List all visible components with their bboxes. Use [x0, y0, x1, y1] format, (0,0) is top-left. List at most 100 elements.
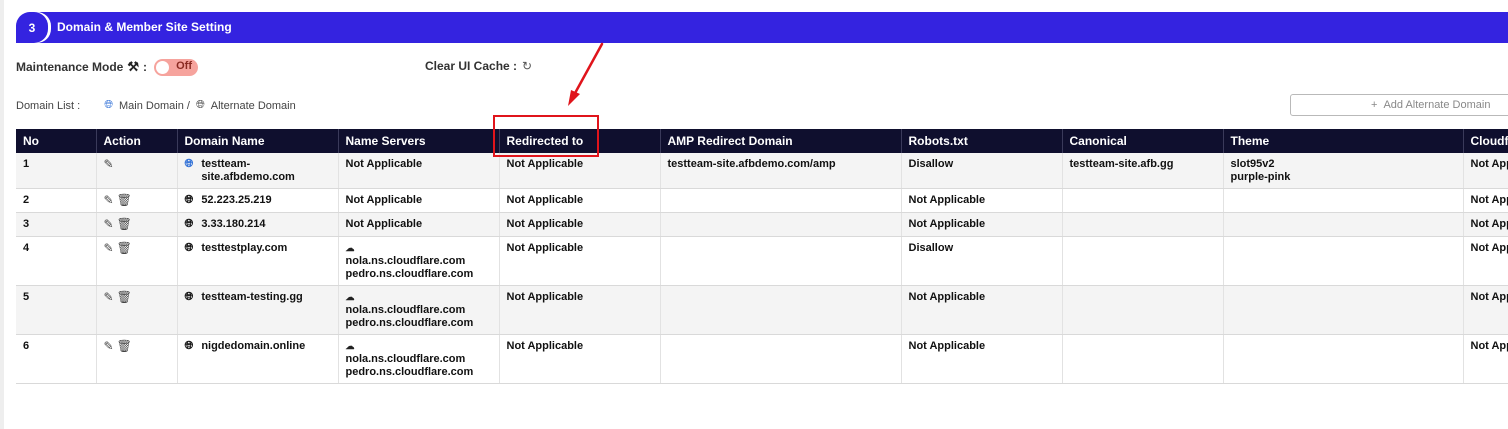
- cloudflare-text: Not Applicable: [1470, 218, 1508, 230]
- cell-name-servers: ☁ nola.ns.cloudflare.com pedro.ns.cloudfla…: [338, 334, 500, 384]
- cell-no: 1: [16, 153, 97, 189]
- alternate-domain-globe-icon: 🌐︎: [195, 99, 205, 111]
- cell-no: 6: [16, 334, 97, 384]
- cloudflare-text: Not Applicable: [1470, 291, 1508, 303]
- page: 3 Domain & Member Site Setting Maintenan…: [0, 0, 1508, 429]
- cell-canonical: [1062, 334, 1224, 384]
- cell-theme: slot95v2 purple-pink: [1223, 153, 1464, 189]
- table-row: 2 ✎ 🗑︎ 🌐︎ 52.223.25.219 Not Applicable Not App…: [16, 188, 1508, 213]
- add-alternate-domain-button[interactable]: + Add Alternate Domain: [1290, 94, 1508, 116]
- cell-domain-name: 🌐︎ 52.223.25.219: [177, 188, 339, 213]
- table-header-row: No Action Domain Name Name Servers Redir…: [16, 129, 1508, 153]
- cell-action: ✎ 🗑︎: [96, 188, 178, 213]
- edit-icon[interactable]: ✎: [104, 291, 114, 304]
- amp-redirect-text: testteam-site.afbdemo.com/amp: [667, 158, 836, 170]
- edit-icon[interactable]: ✎: [104, 194, 114, 207]
- redirected-to-text: Not Applicable: [506, 242, 584, 254]
- column-header-theme: Theme: [1223, 129, 1464, 153]
- cell-no: 3: [16, 212, 97, 237]
- row-number: 6: [23, 340, 30, 352]
- domain-name-text: nigdedomain.online: [201, 340, 306, 352]
- table-row: 6 ✎ 🗑︎ 🌐︎ nigdedomain.online ☁ nola.ns.cloudfl…: [16, 334, 1508, 384]
- alternate-domain-globe-icon: 🌐︎: [184, 340, 194, 352]
- cell-redirected-to: Not Applicable: [499, 334, 661, 384]
- table-row: 1 ✎ 🌐︎ testteam-site.afbdemo.com Not Applica…: [16, 153, 1508, 189]
- cell-canonical: [1062, 212, 1224, 237]
- cloudflare-text: Not Applicable: [1470, 340, 1508, 352]
- alternate-domain-globe-icon: 🌐︎: [184, 194, 194, 206]
- cell-domain-name: 🌐︎ testtestplay.com: [177, 236, 339, 286]
- theme-text: purple-pink: [1230, 171, 1291, 183]
- cell-amp-redirect-domain: [660, 285, 902, 335]
- cell-canonical: [1062, 188, 1224, 213]
- cell-redirected-to: Not Applicable: [499, 188, 661, 213]
- main-domain-globe-icon: 🌐︎: [184, 158, 194, 170]
- table-row: 4 ✎ 🗑︎ 🌐︎ testtestplay.com ☁ nola.ns.cloudflar…: [16, 236, 1508, 286]
- column-header-robots-txt: Robots.txt: [901, 129, 1063, 153]
- edit-icon[interactable]: ✎: [104, 158, 114, 171]
- name-server-text: Not Applicable: [345, 158, 423, 170]
- cell-redirected-to: Not Applicable: [499, 153, 661, 189]
- trash-icon[interactable]: 🗑︎: [117, 242, 132, 255]
- cloud-icon: ☁: [345, 243, 355, 253]
- cell-robots-txt: Disallow: [901, 236, 1063, 286]
- add-alternate-domain-label: Add Alternate Domain: [1383, 99, 1491, 111]
- cell-domain-name: 🌐︎ nigdedomain.online: [177, 334, 339, 384]
- domain-name-text: testteam-: [201, 158, 251, 170]
- main-domain-label: Main Domain /: [119, 99, 190, 112]
- clear-ui-cache-label: Clear UI Cache :: [425, 59, 518, 73]
- row-number: 5: [23, 291, 30, 303]
- redirected-to-text: Not Applicable: [506, 158, 584, 170]
- redirected-to-text: Not Applicable: [506, 218, 584, 230]
- robots-txt-text: Not Applicable: [908, 218, 986, 230]
- domain-name-text: site.afbdemo.com: [201, 171, 295, 183]
- redirected-to-text: Not Applicable: [506, 340, 584, 352]
- edit-icon[interactable]: ✎: [104, 242, 114, 255]
- cell-robots-txt: Disallow: [901, 153, 1063, 189]
- trash-icon[interactable]: 🗑︎: [117, 340, 132, 353]
- maintenance-mode-label: Maintenance Mode: [16, 60, 124, 74]
- redirected-to-text: Not Applicable: [506, 194, 584, 206]
- edit-icon[interactable]: ✎: [104, 340, 114, 353]
- name-server-text: Not Applicable: [345, 218, 423, 230]
- trash-icon[interactable]: 🗑︎: [117, 218, 132, 231]
- name-server-text: pedro.ns.cloudflare.com: [345, 268, 474, 280]
- cell-robots-txt: Not Applicable: [901, 188, 1063, 213]
- domain-table: No Action Domain Name Name Servers Redir…: [16, 129, 1508, 384]
- cell-amp-redirect-domain: [660, 212, 902, 237]
- cell-name-servers: Not Applicable: [338, 212, 500, 237]
- trash-icon[interactable]: 🗑︎: [117, 194, 132, 207]
- plus-icon: +: [1371, 99, 1378, 111]
- row-number: 1: [23, 158, 30, 170]
- cell-cloudflare: Not Applicable: [1463, 334, 1508, 384]
- cell-cloudflare: Not Applicable: [1463, 188, 1508, 213]
- cell-amp-redirect-domain: testteam-site.afbdemo.com/amp: [660, 153, 902, 189]
- tools-icon: ⚒: [127, 59, 140, 74]
- domain-name-text: 52.223.25.219: [201, 194, 272, 206]
- name-server-text: nola.ns.cloudflare.com: [345, 255, 466, 267]
- refresh-icon[interactable]: ↻: [522, 59, 532, 73]
- edit-icon[interactable]: ✎: [104, 218, 114, 231]
- alternate-domain-globe-icon: 🌐︎: [184, 218, 194, 230]
- cell-cloudflare: Not Applicable: [1463, 153, 1508, 189]
- cell-cloudflare: Not Applicable: [1463, 212, 1508, 237]
- cell-name-servers: ☁ nola.ns.cloudflare.com pedro.ns.cloudfla…: [338, 236, 500, 286]
- cell-amp-redirect-domain: [660, 188, 902, 213]
- cell-robots-txt: Not Applicable: [901, 212, 1063, 237]
- name-server-text: Not Applicable: [345, 194, 423, 206]
- column-header-amp-redirect-domain: AMP Redirect Domain: [660, 129, 902, 153]
- cell-theme: [1223, 212, 1464, 237]
- name-server-text: nola.ns.cloudflare.com: [345, 353, 466, 365]
- name-server-text: pedro.ns.cloudflare.com: [345, 366, 474, 378]
- cell-no: 4: [16, 236, 97, 286]
- cell-theme: [1223, 188, 1464, 213]
- cell-domain-name: 🌐︎ testteam-site.afbdemo.com: [177, 153, 339, 189]
- cloudflare-text: Not Applicable: [1470, 158, 1508, 170]
- cell-amp-redirect-domain: [660, 334, 902, 384]
- cell-redirected-to: Not Applicable: [499, 285, 661, 335]
- table-row: 5 ✎ 🗑︎ 🌐︎ testteam-testing.gg ☁ nola.ns.cloudf…: [16, 285, 1508, 335]
- cell-cloudflare: Not Applicable: [1463, 236, 1508, 286]
- maintenance-toggle[interactable]: Off: [154, 58, 199, 76]
- redirected-to-text: Not Applicable: [506, 291, 584, 303]
- trash-icon[interactable]: 🗑︎: [117, 291, 132, 304]
